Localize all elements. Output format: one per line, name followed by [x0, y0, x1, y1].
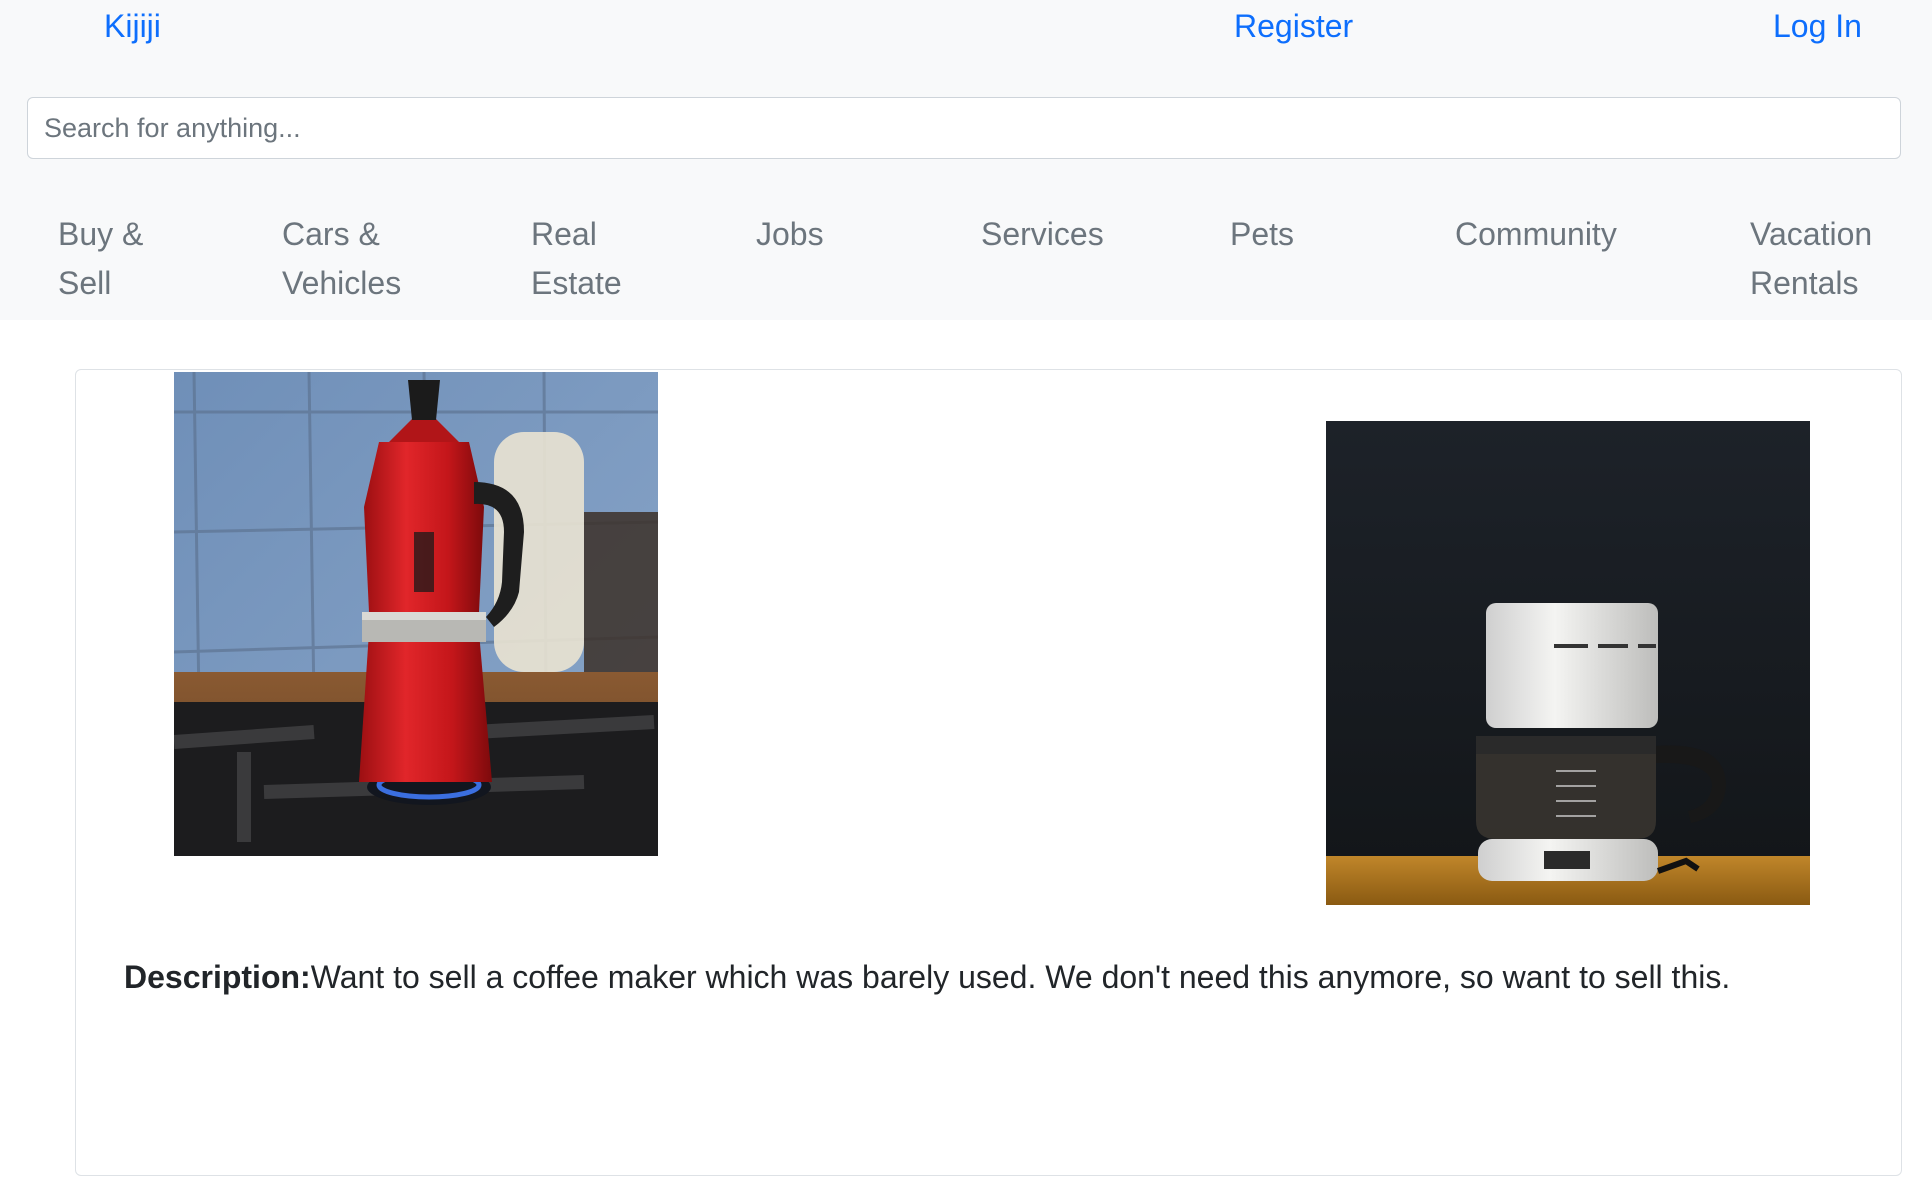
- listing-photo-coffee-maker[interactable]: [1326, 421, 1810, 905]
- description-label: Description:: [124, 959, 311, 995]
- listing-description: Description:Want to sell a coffee maker …: [124, 954, 1730, 1000]
- top-navbar: Kijiji Register Log In Buy & Sell Cars &…: [0, 0, 1932, 320]
- category-label-line2: Vehicles: [282, 265, 402, 301]
- category-label-line2: Rentals: [1750, 265, 1859, 301]
- category-services[interactable]: Services: [981, 210, 1104, 259]
- category-label-line1: Community: [1455, 216, 1617, 252]
- brand-link[interactable]: Kijiji: [104, 6, 161, 46]
- category-jobs[interactable]: Jobs: [756, 210, 824, 259]
- category-real-estate[interactable]: Real Estate: [531, 210, 622, 308]
- category-buy-and-sell[interactable]: Buy & Sell: [58, 210, 143, 308]
- category-label-line1: Services: [981, 216, 1104, 252]
- category-label-line2: Estate: [531, 265, 622, 301]
- category-vacation-rentals[interactable]: Vacation Rentals: [1750, 210, 1872, 308]
- category-label-line1: Pets: [1230, 216, 1295, 252]
- login-link[interactable]: Log In: [1773, 6, 1862, 46]
- category-label-line1: Vacation: [1750, 216, 1873, 252]
- description-text: Want to sell a coffee maker which was ba…: [310, 959, 1731, 995]
- category-label-line1: Cars &: [282, 216, 380, 252]
- category-cars-and-vehicles[interactable]: Cars & Vehicles: [282, 210, 401, 308]
- category-pets[interactable]: Pets: [1230, 210, 1294, 259]
- search-input[interactable]: [27, 97, 1901, 159]
- category-label-line1: Buy &: [58, 216, 144, 252]
- listing-photo-moka-pot[interactable]: [174, 372, 658, 856]
- category-community[interactable]: Community: [1455, 210, 1617, 259]
- category-label-line2: Sell: [58, 265, 112, 301]
- category-label-line1: Jobs: [756, 216, 824, 252]
- register-link[interactable]: Register: [1234, 6, 1353, 46]
- category-label-line1: Real: [531, 216, 597, 252]
